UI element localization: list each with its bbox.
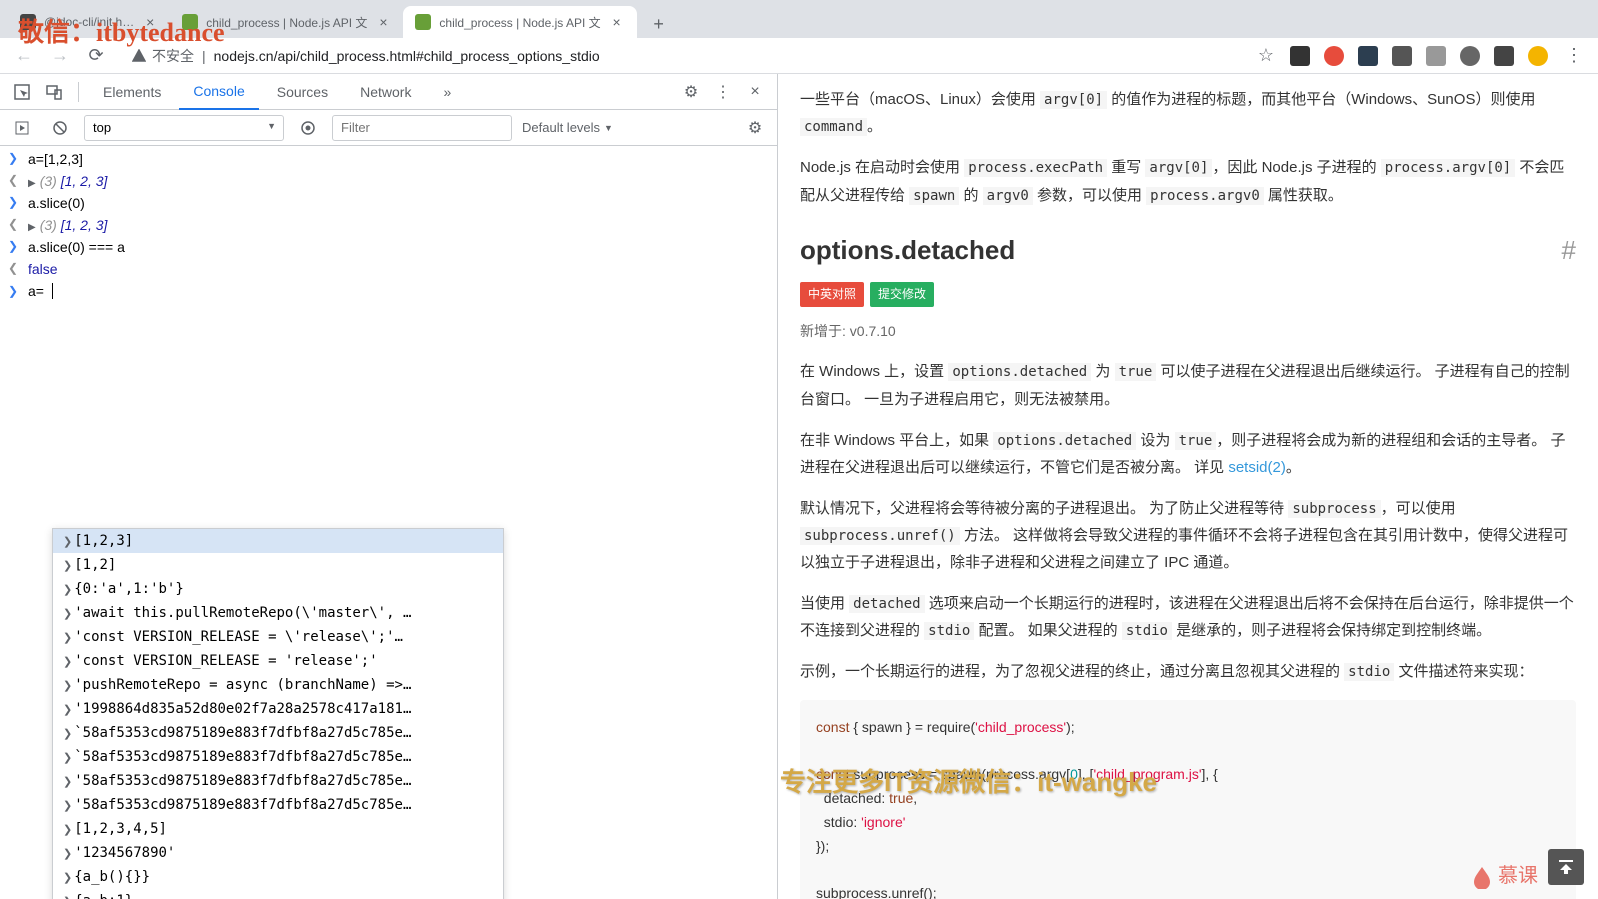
close-icon[interactable]: × <box>375 14 391 30</box>
extension-icon[interactable] <box>1290 46 1310 66</box>
devtools-panel: Elements Console Sources Network » ⚙ ⋮ ×… <box>0 74 778 899</box>
autocomplete-item[interactable]: ❯'const VERSION_RELEASE = 'release';' <box>53 649 503 673</box>
live-expression-icon[interactable] <box>294 114 322 142</box>
settings-icon[interactable]: ⚙ <box>677 78 705 106</box>
clear-console-icon[interactable] <box>46 114 74 142</box>
autocomplete-item[interactable]: ❯'58af5353cd9875189e883f7dfbf8a27d5c785e… <box>53 793 503 817</box>
profile-avatar[interactable] <box>1528 46 1548 66</box>
badge-bilingual[interactable]: 中英对照 <box>800 282 864 308</box>
play-icon[interactable] <box>8 114 36 142</box>
autocomplete-item[interactable]: ❯{a_b(){}} <box>53 865 503 889</box>
autocomplete-item[interactable]: ❯`58af5353cd9875189e883f7dfbf8a27d5c785e… <box>53 745 503 769</box>
new-tab-button[interactable]: + <box>645 10 673 38</box>
close-devtools-icon[interactable]: × <box>741 78 769 106</box>
autocomplete-item[interactable]: ❯'1998864d835a52d80e02f7a28a2578c417a181… <box>53 697 503 721</box>
extension-icon[interactable] <box>1324 46 1344 66</box>
tab-sources[interactable]: Sources <box>263 74 342 110</box>
console-toolbar: top Default levels ▼ ⚙ <box>0 110 777 146</box>
address-bar: ← → ⟳ 不安全 | nodejs.cn/api/child_process.… <box>0 38 1598 74</box>
section-heading: options.detached# <box>800 227 1576 274</box>
console-settings-icon[interactable]: ⚙ <box>741 114 769 142</box>
badge-submit-edit[interactable]: 提交修改 <box>870 282 934 308</box>
autocomplete-item[interactable]: ❯'1234567890' <box>53 841 503 865</box>
watermark-brand: 慕课 <box>1472 859 1538 889</box>
extension-icon[interactable] <box>1460 46 1480 66</box>
autocomplete-item[interactable]: ❯{0:'a',1:'b'} <box>53 577 503 601</box>
context-select[interactable]: top <box>84 115 284 141</box>
menu-button[interactable]: ⋮ <box>1562 44 1586 68</box>
autocomplete-item[interactable]: ❯'pushRemoteRepo = async (branchName) =>… <box>53 673 503 697</box>
tab-network[interactable]: Network <box>346 74 425 110</box>
tab-console[interactable]: Console <box>179 74 258 110</box>
autocomplete-item[interactable]: ❯'const VERSION_RELEASE = \'release\';'… <box>53 625 503 649</box>
code-example: const { spawn } = require('child_process… <box>800 700 1576 899</box>
tab-elements[interactable]: Elements <box>89 74 175 110</box>
anchor-link[interactable]: # <box>1562 227 1576 274</box>
autocomplete-item[interactable]: ❯'await this.pullRemoteRepo(\'master\', … <box>53 601 503 625</box>
console-line: ❯a.slice(0) <box>0 192 777 214</box>
close-icon[interactable]: × <box>609 14 625 30</box>
autocomplete-item[interactable]: ❯'58af5353cd9875189e883f7dfbf8a27d5c785e… <box>53 769 503 793</box>
browser-tab-strip: @jdoc-cli/init.h…× child_process | Node.… <box>0 0 1598 38</box>
setsid-link[interactable]: setsid(2) <box>1228 459 1286 476</box>
watermark-bottom: 专注更多IT资源微信：it-wangke <box>780 762 1157 799</box>
extension-icon[interactable] <box>1392 46 1412 66</box>
autocomplete-item[interactable]: ❯[1,2] <box>53 553 503 577</box>
autocomplete-dropdown: ❯[1,2,3]❯[1,2]❯{0:'a',1:'b'}❯'await this… <box>52 528 504 899</box>
autocomplete-item[interactable]: ❯[1,2,3] <box>53 529 503 553</box>
watermark-top: 敬信：itbytedance <box>18 12 225 49</box>
console-input-line: ❯ a= <box>0 280 777 302</box>
autocomplete-item[interactable]: ❯[1,2,3,4,5] <box>53 817 503 841</box>
url-text: nodejs.cn/api/child_process.html#child_p… <box>214 48 600 64</box>
extension-icon[interactable] <box>1426 46 1446 66</box>
bookmark-button[interactable]: ☆ <box>1254 44 1278 68</box>
console-line: ❯a=[1,2,3] <box>0 148 777 170</box>
inspect-icon[interactable] <box>8 78 36 106</box>
more-menu-icon[interactable]: ⋮ <box>709 78 737 106</box>
extension-icon[interactable] <box>1358 46 1378 66</box>
autocomplete-item[interactable]: ❯{a_b:1} <box>53 889 503 899</box>
console-line: ❮false <box>0 258 777 280</box>
autocomplete-item[interactable]: ❯`58af5353cd9875189e883f7dfbf8a27d5c785e… <box>53 721 503 745</box>
scroll-to-top-button[interactable] <box>1548 849 1584 885</box>
devtools-tab-bar: Elements Console Sources Network » ⚙ ⋮ × <box>0 74 777 110</box>
console-line: ❯a.slice(0) === a <box>0 236 777 258</box>
log-levels-select[interactable]: Default levels ▼ <box>522 120 613 135</box>
console-line: ❮▶(3) [1, 2, 3] <box>0 214 777 236</box>
browser-tab[interactable]: child_process | Node.js API 文× <box>403 6 636 38</box>
extension-icons: ⋮ <box>1290 44 1586 68</box>
filter-input[interactable] <box>332 115 512 141</box>
url-input[interactable]: 不安全 | nodejs.cn/api/child_process.html#c… <box>120 42 1242 70</box>
extensions-menu-icon[interactable] <box>1494 46 1514 66</box>
version-added: 新增于: v0.7.10 <box>800 319 1576 344</box>
more-tabs-button[interactable]: » <box>429 74 465 110</box>
console-output: ❯a=[1,2,3]❮▶(3) [1, 2, 3]❯a.slice(0)❮▶(3… <box>0 146 777 899</box>
console-line: ❮▶(3) [1, 2, 3] <box>0 170 777 192</box>
console-input[interactable]: a= <box>28 283 44 299</box>
device-toggle-icon[interactable] <box>40 78 68 106</box>
